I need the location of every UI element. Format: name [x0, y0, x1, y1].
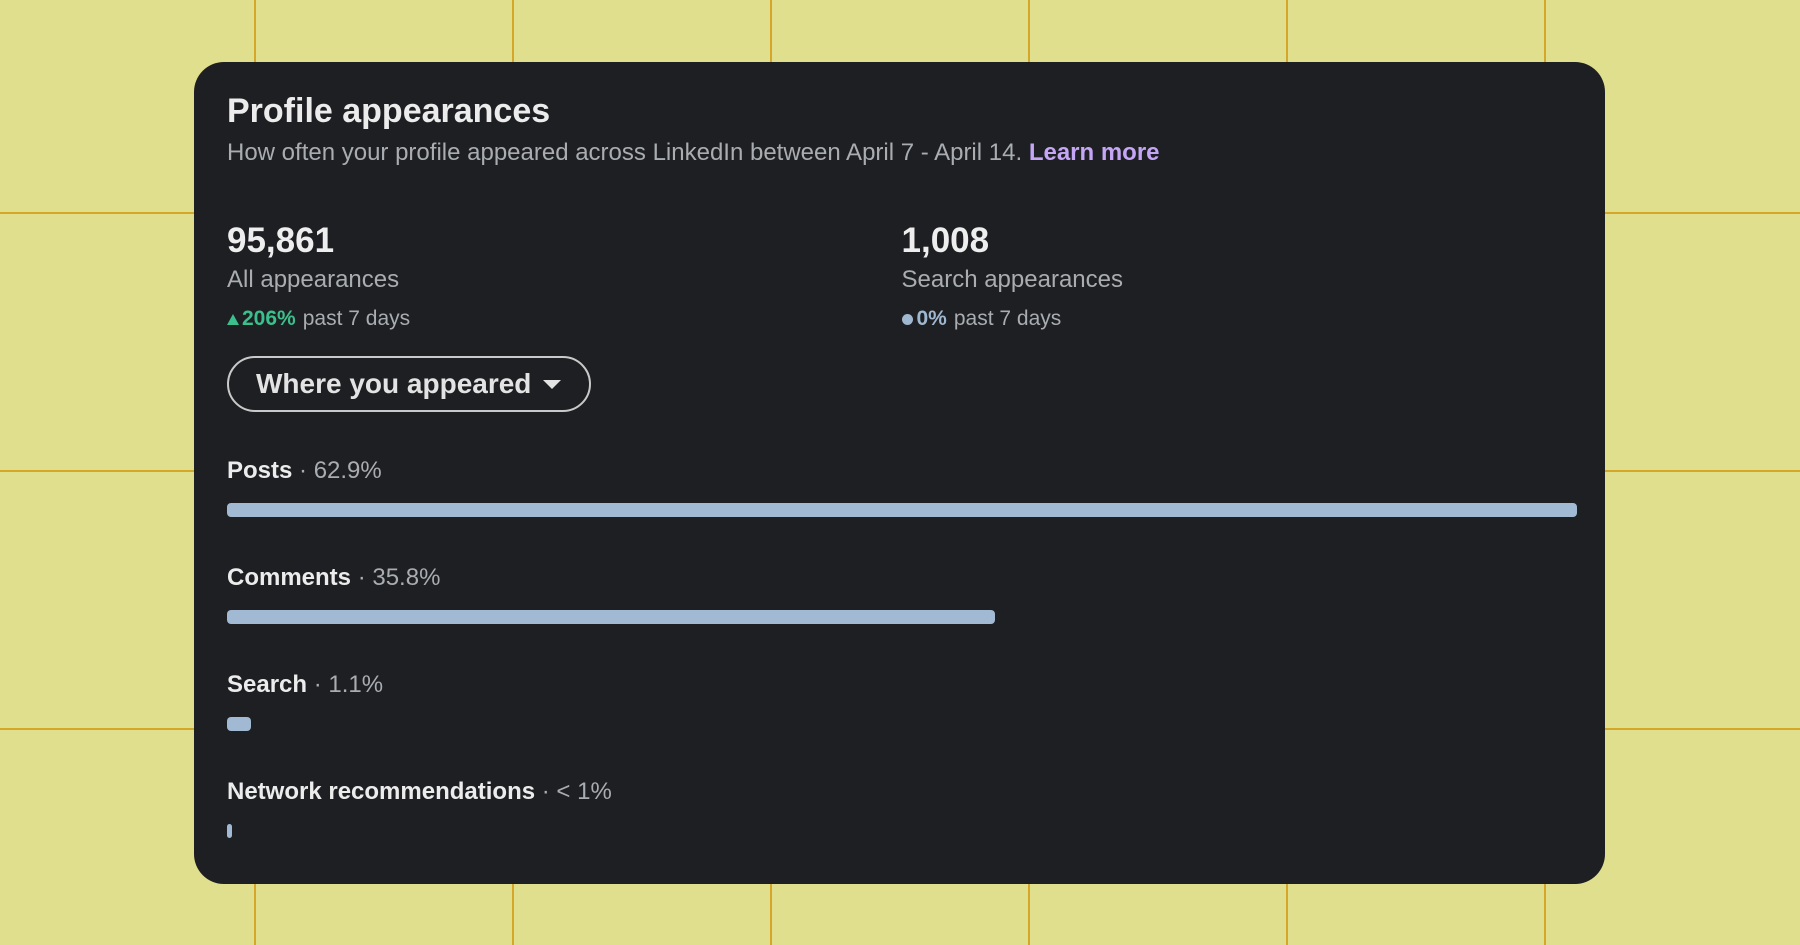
breakdown-label: Network recommendations · < 1% [227, 777, 1576, 807]
stat-value: 1,008 [901, 221, 990, 260]
breakdown-bar [227, 610, 995, 624]
appearance-breakdown: Posts · 62.9% Comments · 35.8% Search · … [227, 456, 1577, 884]
up-triangle-icon [227, 313, 239, 325]
card-subtitle: How often your profile appeared across L… [227, 138, 1576, 168]
breakdown-track [227, 717, 1577, 731]
breakdown-label: Search · 1.1% [227, 670, 1576, 700]
breakdown-row-network-recommendations: Network recommendations · < 1% [227, 777, 1576, 884]
breakdown-percent: · 1.1% [307, 671, 384, 698]
stat-all-appearances[interactable]: 95,861 All appearances 206% past 7 days [227, 220, 902, 332]
breakdown-track [227, 824, 1577, 838]
stat-value: 95,861 [227, 221, 335, 260]
where-you-appeared-dropdown[interactable]: Where you appeared [227, 356, 592, 412]
breakdown-track [227, 610, 1577, 624]
subtitle-text: How often your profile appeared across L… [227, 139, 1023, 166]
breakdown-name: Network recommendations [227, 778, 536, 805]
change-percent: 206% [242, 307, 296, 330]
breakdown-label: Comments · 35.8% [227, 563, 1576, 593]
change-period: past 7 days [302, 307, 411, 330]
stat-change: 206% past 7 days [227, 306, 902, 332]
learn-more-link[interactable]: Learn more [1029, 139, 1160, 166]
change-period: past 7 days [953, 307, 1062, 330]
change-percent: 0% [916, 307, 947, 330]
breakdown-name: Comments [227, 564, 352, 591]
breakdown-row-posts: Posts · 62.9% [227, 456, 1577, 563]
card-title: Profile appearances [227, 92, 551, 130]
breakdown-percent: · 35.8% [351, 564, 441, 591]
dropdown-label: Where you appeared [256, 368, 532, 399]
breakdown-row-comments: Comments · 35.8% [227, 563, 1576, 670]
breakdown-bar [227, 503, 1577, 517]
breakdown-bar [227, 717, 251, 731]
stat-label: Search appearances [901, 266, 1123, 293]
neutral-dot-icon [901, 313, 913, 325]
breakdown-percent: · 62.9% [292, 457, 382, 484]
stat-label: All appearances [227, 266, 400, 293]
breakdown-label: Posts · 62.9% [227, 456, 1576, 486]
profile-appearances-card: Profile appearances How often your profi… [194, 62, 1605, 884]
stats-row: 95,861 All appearances 206% past 7 days … [227, 220, 1576, 332]
breakdown-track [227, 503, 1577, 517]
stat-search-appearances[interactable]: 1,008 Search appearances 0% past 7 days [901, 220, 1577, 332]
stat-change: 0% past 7 days [901, 306, 1577, 332]
breakdown-name: Search [227, 671, 308, 698]
breakdown-name: Posts [227, 457, 293, 484]
caret-down-icon [543, 379, 562, 389]
breakdown-row-search: Search · 1.1% [227, 670, 1576, 777]
breakdown-bar [227, 824, 232, 838]
breakdown-percent: · < 1% [535, 778, 612, 805]
